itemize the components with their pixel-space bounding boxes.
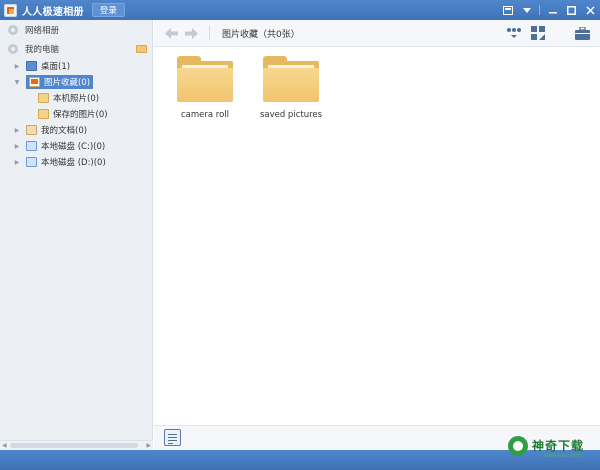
- app-logo-icon: [4, 3, 17, 17]
- tree-item-disk-c[interactable]: ▶ 本地磁盘 (C:)(0): [0, 138, 152, 154]
- tree-item-selected[interactable]: 图片收藏(0): [26, 75, 94, 89]
- disk-icon: [26, 157, 37, 167]
- scroll-left-icon[interactable]: ◀: [2, 441, 7, 450]
- collapse-arrow-icon[interactable]: ▼: [12, 79, 22, 86]
- sidebar-section-label: 我的电脑: [25, 44, 60, 55]
- watermark-brand: 神奇下载: [532, 439, 585, 453]
- sidebar-section-label: 网络相册: [25, 25, 60, 36]
- folder-icon: [38, 93, 49, 103]
- toolbox-icon[interactable]: [570, 23, 594, 43]
- arrow-left-icon[interactable]: [164, 26, 179, 41]
- tree-item-label: 桌面(1): [41, 62, 71, 72]
- close-icon[interactable]: [581, 0, 600, 20]
- tree-item-label: 本地磁盘 (C:)(0): [41, 142, 106, 152]
- folder-label: saved pictures: [259, 110, 323, 120]
- pictures-folder-icon: [29, 77, 40, 87]
- toolbar: 图片收藏（共0张）: [154, 20, 600, 47]
- tree-item-label: 我的文档(0): [41, 126, 88, 136]
- tree-item-label: 本地磁盘 (D:)(0): [41, 158, 106, 168]
- content-area: camera roll saved pictures: [154, 48, 600, 425]
- add-folder-icon[interactable]: [136, 44, 147, 53]
- folder-icon: [177, 56, 233, 102]
- tree-item-my-documents[interactable]: ▶ 我的文档(0): [0, 122, 152, 138]
- scrollbar-thumb[interactable]: [10, 443, 138, 448]
- skin-icon[interactable]: [498, 0, 517, 20]
- expand-arrow-icon[interactable]: ▶: [12, 127, 22, 134]
- maximize-icon[interactable]: [562, 0, 581, 20]
- documents-icon: [26, 125, 37, 135]
- divider: [209, 26, 210, 40]
- desktop-icon: [26, 61, 37, 71]
- tree-item-disk-d[interactable]: ▶ 本地磁盘 (D:)(0): [0, 154, 152, 170]
- list-view-icon[interactable]: [164, 429, 181, 446]
- expand-arrow-icon[interactable]: ▶: [12, 143, 22, 150]
- scroll-right-icon[interactable]: ▶: [146, 441, 151, 450]
- breadcrumb: 图片收藏（共0张）: [222, 29, 300, 40]
- sidebar-section-my-computer[interactable]: 我的电脑: [0, 39, 152, 58]
- tree-item-camera-roll[interactable]: 本机照片(0): [0, 90, 152, 106]
- tree-item-label: 图片收藏(0): [44, 78, 91, 88]
- tree-item-desktop[interactable]: ▶ 桌面(1): [0, 58, 152, 74]
- folder-icon: [263, 56, 319, 102]
- minimize-icon[interactable]: [543, 0, 562, 20]
- window-controls: [498, 0, 600, 20]
- tree-item-label: 本机照片(0): [53, 94, 100, 104]
- collapse-icon[interactable]: [8, 43, 18, 54]
- expand-arrow-icon[interactable]: ▶: [12, 159, 22, 166]
- edit-image-icon[interactable]: [526, 23, 550, 43]
- tree-item-saved-pictures[interactable]: 保存的图片(0): [0, 106, 152, 122]
- watermark-url: www.sqxz.com: [544, 453, 582, 459]
- chevron-down-icon[interactable]: [517, 0, 536, 20]
- folder-icon: [38, 109, 49, 119]
- sidebar: 网络相册 我的电脑 ▶ 桌面(1) ▼ 图片收藏(0) 本机照片(0) 保存的图…: [0, 20, 153, 450]
- expand-arrow-icon[interactable]: ▶: [12, 63, 22, 70]
- title-bar: 人人极速相册 登录: [0, 0, 600, 20]
- view-mode-icon[interactable]: [502, 23, 526, 43]
- folder-saved-pictures[interactable]: saved pictures: [251, 56, 331, 120]
- sidebar-scrollbar[interactable]: ◀ ▶: [0, 440, 153, 450]
- tree-item-pictures[interactable]: ▼ 图片收藏(0): [0, 74, 152, 90]
- tree-item-label: 保存的图片(0): [53, 110, 108, 120]
- folder-camera-roll[interactable]: camera roll: [165, 56, 245, 120]
- divider: [539, 5, 540, 15]
- watermark-logo-icon: [508, 436, 528, 456]
- folder-label: camera roll: [180, 110, 230, 120]
- watermark: 神奇下载 www.sqxz.com: [498, 432, 600, 462]
- login-button[interactable]: 登录: [91, 3, 125, 17]
- arrow-right-icon[interactable]: [184, 26, 199, 41]
- sidebar-section-online-album[interactable]: 网络相册: [0, 20, 152, 39]
- expand-icon[interactable]: [8, 24, 18, 35]
- toolbar-actions: [502, 23, 600, 43]
- disk-icon: [26, 141, 37, 151]
- app-title: 人人极速相册: [22, 6, 84, 18]
